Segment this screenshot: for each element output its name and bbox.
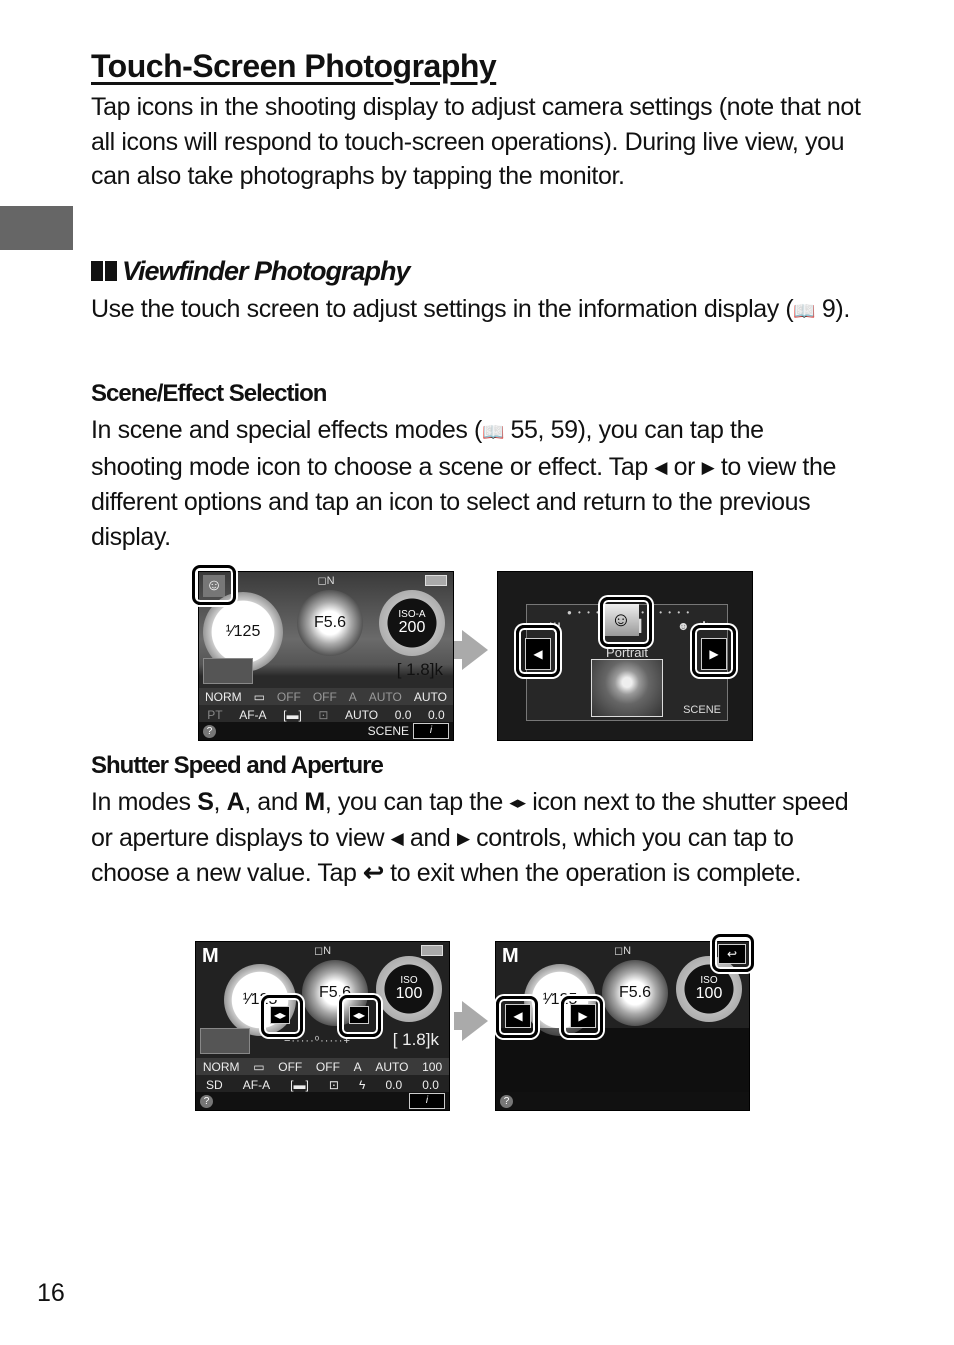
- release-mode-indicator: ◻N: [317, 575, 335, 587]
- bottom-bar: ? i: [196, 1092, 449, 1110]
- callout-aperture-adjust: [339, 995, 381, 1037]
- callout-shooting-mode: [192, 565, 236, 605]
- intro-paragraph: Tap icons in the shooting display to adj…: [91, 93, 861, 190]
- af-area-grid-icon: [203, 658, 253, 684]
- settings-row-1: NORM ▭ OFF OFF A AUTO 100: [196, 1058, 449, 1075]
- child-scene-icon[interactable]: ☻: [677, 619, 690, 633]
- af-area-grid-icon: [200, 1028, 250, 1054]
- left-right-arrows-icon: ◂▸: [509, 793, 526, 812]
- page-number: 16: [37, 1279, 65, 1307]
- info-button[interactable]: i: [409, 1093, 445, 1109]
- battery-icon: [425, 575, 447, 586]
- aperture-dial[interactable]: F5.6: [602, 960, 668, 1026]
- book-reference-icon: 📖: [481, 422, 504, 442]
- section-heading-viewfinder: Viewfinder Photography: [91, 256, 411, 287]
- left-arrow-icon: ◀: [654, 457, 668, 477]
- callout-decrease: [496, 996, 538, 1038]
- section-marker-icon: [91, 261, 118, 281]
- aperture-dial[interactable]: F5.6: [297, 590, 363, 656]
- right-arrow-icon: ▶: [456, 828, 470, 848]
- next-step-arrow-icon: [454, 1001, 488, 1041]
- settings-row-2: SD AF-A [▬] ⊡ ϟ 0.0 0.0: [206, 1077, 439, 1092]
- callout-return: [712, 934, 754, 972]
- return-icon: ↩: [363, 859, 384, 887]
- settings-row-1: NORM ▭ OFF OFF A AUTO AUTO: [199, 688, 453, 705]
- scene-sample-photo: [591, 659, 663, 717]
- camera-info-display-scene: ◻N ☺ ¹⁄125 F5.6 ISO-A 200 [ 1.8]k NORM ▭ OF…: [198, 571, 454, 741]
- info-button[interactable]: i: [413, 723, 449, 739]
- subheading-scene-effect: Scene/Effect Selection: [91, 380, 327, 407]
- scene-label: SCENE: [683, 704, 721, 716]
- scene-paragraph: In scene and special effects modes (📖 55…: [91, 416, 836, 551]
- left-arrow-icon: ◀: [390, 828, 404, 848]
- page-title: Touch-Screen Photography: [91, 48, 497, 84]
- subheading-shutter-aperture: Shutter Speed and Aperture: [91, 752, 384, 779]
- help-icon[interactable]: ?: [500, 1095, 513, 1108]
- exposure-counter: [ 1.8]k: [396, 660, 443, 679]
- camera-info-display-manual: M ◻N ¹⁄125 F5.6 ISO 100 ◂▸ ◂▸ −·····⁰····…: [195, 941, 450, 1111]
- battery-icon: [421, 945, 443, 956]
- help-icon[interactable]: ?: [200, 1095, 213, 1108]
- next-step-arrow-icon: [454, 630, 488, 670]
- bottom-bar: ?: [496, 1092, 749, 1110]
- help-icon[interactable]: ?: [203, 725, 216, 738]
- callout-shutter-adjust: [261, 995, 303, 1037]
- callout-prev-button: [516, 625, 560, 677]
- exposure-counter: [ 1.8]k: [392, 1030, 439, 1049]
- chapter-tab-marker: [0, 206, 73, 250]
- iso-dial[interactable]: ISO 100: [376, 956, 442, 1022]
- bottom-bar: ? SCENE i: [199, 722, 453, 740]
- callout-increase: [561, 996, 603, 1038]
- viewfinder-paragraph: Use the touch screen to adjust settings …: [91, 295, 850, 323]
- iso-dial[interactable]: ISO-A 200: [379, 590, 445, 656]
- shutter-paragraph: In modes S, A, and M, you can tap the ◂▸…: [91, 788, 849, 887]
- book-reference-icon: 📖: [793, 301, 816, 321]
- scene-label: SCENE: [367, 724, 409, 738]
- callout-selected-scene: [600, 597, 652, 647]
- callout-next-button: [692, 625, 736, 677]
- right-arrow-icon: ▶: [701, 457, 715, 477]
- settings-row-2: PT AF-A [▬] ⊡ AUTO 0.0 0.0: [207, 707, 445, 722]
